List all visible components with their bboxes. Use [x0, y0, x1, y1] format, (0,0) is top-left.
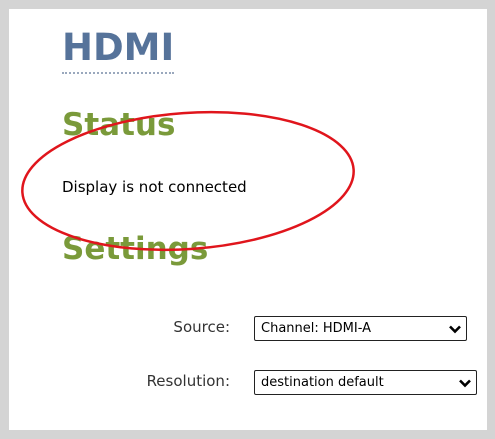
chevron-down-icon: [449, 325, 461, 333]
source-label: Source:: [173, 318, 230, 336]
resolution-select-value: destination default: [261, 375, 384, 390]
resolution-select[interactable]: destination default: [254, 370, 477, 395]
status-message: Display is not connected: [62, 178, 247, 196]
status-heading: Status: [62, 107, 176, 143]
source-select[interactable]: Channel: HDMI-A: [254, 316, 467, 341]
resolution-label: Resolution:: [146, 372, 230, 390]
chevron-down-icon: [459, 379, 471, 387]
settings-heading: Settings: [62, 231, 209, 267]
page-title: HDMI: [62, 26, 175, 74]
source-select-value: Channel: HDMI-A: [261, 321, 372, 336]
